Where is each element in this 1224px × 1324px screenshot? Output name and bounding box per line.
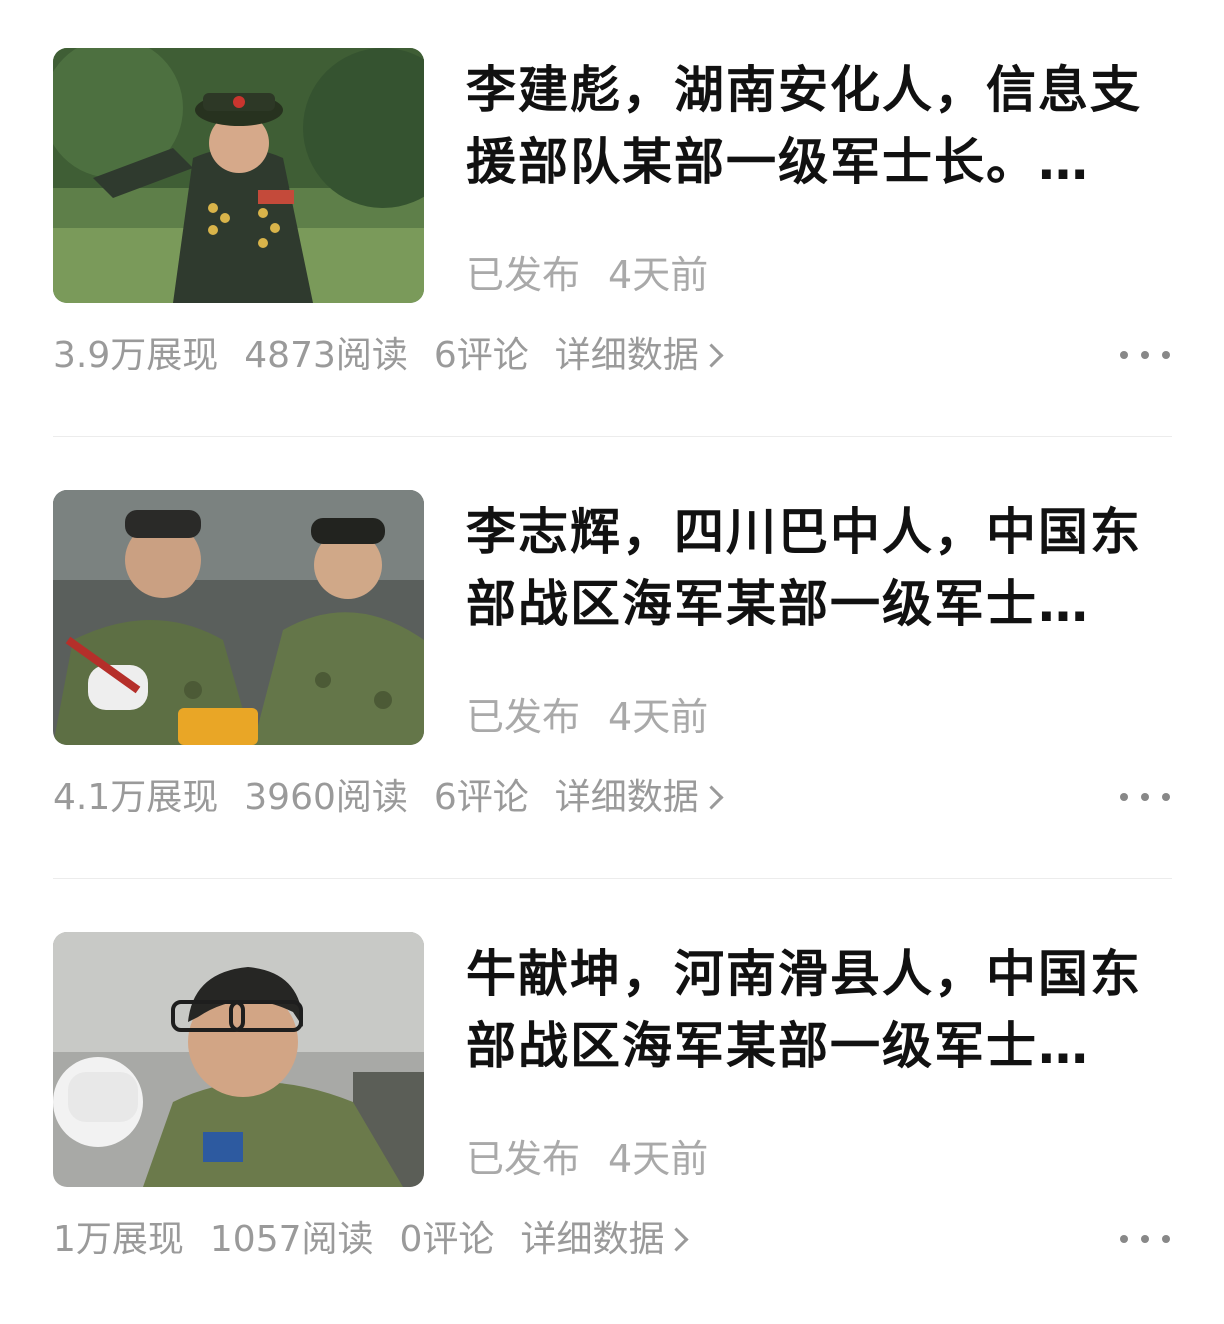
impressions-count: 4.1万展现 bbox=[53, 777, 219, 818]
publish-time: 4天前 bbox=[608, 1137, 709, 1181]
chevron-right-icon bbox=[699, 343, 724, 368]
article-stats: 3.9万展现 4873阅读 6评论 详细数据 bbox=[53, 334, 724, 378]
chevron-right-icon bbox=[699, 785, 724, 810]
details-label: 详细数据 bbox=[554, 777, 699, 818]
article-status-line: 已发布 4天前 bbox=[466, 252, 708, 298]
card-divider bbox=[53, 878, 1172, 879]
card-divider bbox=[53, 436, 1172, 437]
reads-count: 1057阅读 bbox=[209, 1219, 374, 1260]
article-status-line: 已发布 4天前 bbox=[466, 1136, 708, 1182]
publish-time: 4天前 bbox=[608, 695, 709, 739]
article-card[interactable]: 李志辉，四川巴中人，中国东部战区海军某部一级军士… 已发布 4天前 4.1万展现 3… bbox=[0, 442, 1224, 882]
more-dots-icon[interactable] bbox=[1120, 787, 1170, 807]
publish-status: 已发布 bbox=[466, 695, 581, 739]
impressions-count: 1万展现 bbox=[53, 1219, 184, 1260]
article-stats: 1万展现 1057阅读 0评论 详细数据 bbox=[53, 1218, 689, 1262]
publish-status: 已发布 bbox=[466, 1137, 581, 1181]
more-dots-icon[interactable] bbox=[1120, 345, 1170, 365]
more-dots-icon[interactable] bbox=[1120, 1229, 1170, 1249]
article-title[interactable]: 牛献坤，河南滑县人，中国东部战区海军某部一级军士… bbox=[466, 938, 1172, 1082]
details-link[interactable]: 详细数据 bbox=[520, 1219, 689, 1260]
details-label: 详细数据 bbox=[554, 335, 699, 376]
details-link[interactable]: 详细数据 bbox=[554, 335, 724, 376]
article-feed: 李建彪，湖南安化人，信息支援部队某部一级军士长。… 已发布 4天前 3.9万展现 4… bbox=[0, 0, 1224, 1310]
article-thumbnail[interactable] bbox=[53, 932, 424, 1187]
reads-count: 4873阅读 bbox=[244, 335, 408, 376]
article-title[interactable]: 李志辉，四川巴中人，中国东部战区海军某部一级军士… bbox=[466, 496, 1172, 640]
article-thumbnail[interactable] bbox=[53, 490, 424, 745]
reads-count: 3960阅读 bbox=[244, 777, 408, 818]
details-label: 详细数据 bbox=[520, 1219, 665, 1260]
details-link[interactable]: 详细数据 bbox=[554, 777, 724, 818]
publish-status: 已发布 bbox=[466, 253, 581, 297]
article-title[interactable]: 李建彪，湖南安化人，信息支援部队某部一级军士长。… bbox=[466, 54, 1172, 198]
article-card[interactable]: 李建彪，湖南安化人，信息支援部队某部一级军士长。… 已发布 4天前 3.9万展现 4… bbox=[0, 0, 1224, 440]
comments-count: 6评论 bbox=[433, 777, 529, 818]
publish-time: 4天前 bbox=[608, 253, 709, 297]
chevron-right-icon bbox=[664, 1227, 689, 1252]
comments-count: 0评论 bbox=[399, 1219, 495, 1260]
article-status-line: 已发布 4天前 bbox=[466, 694, 708, 740]
article-stats: 4.1万展现 3960阅读 6评论 详细数据 bbox=[53, 776, 724, 820]
article-card[interactable]: 牛献坤，河南滑县人，中国东部战区海军某部一级军士… 已发布 4天前 1万展现 105… bbox=[0, 884, 1224, 1324]
article-thumbnail[interactable] bbox=[53, 48, 424, 303]
impressions-count: 3.9万展现 bbox=[53, 335, 219, 376]
comments-count: 6评论 bbox=[433, 335, 529, 376]
